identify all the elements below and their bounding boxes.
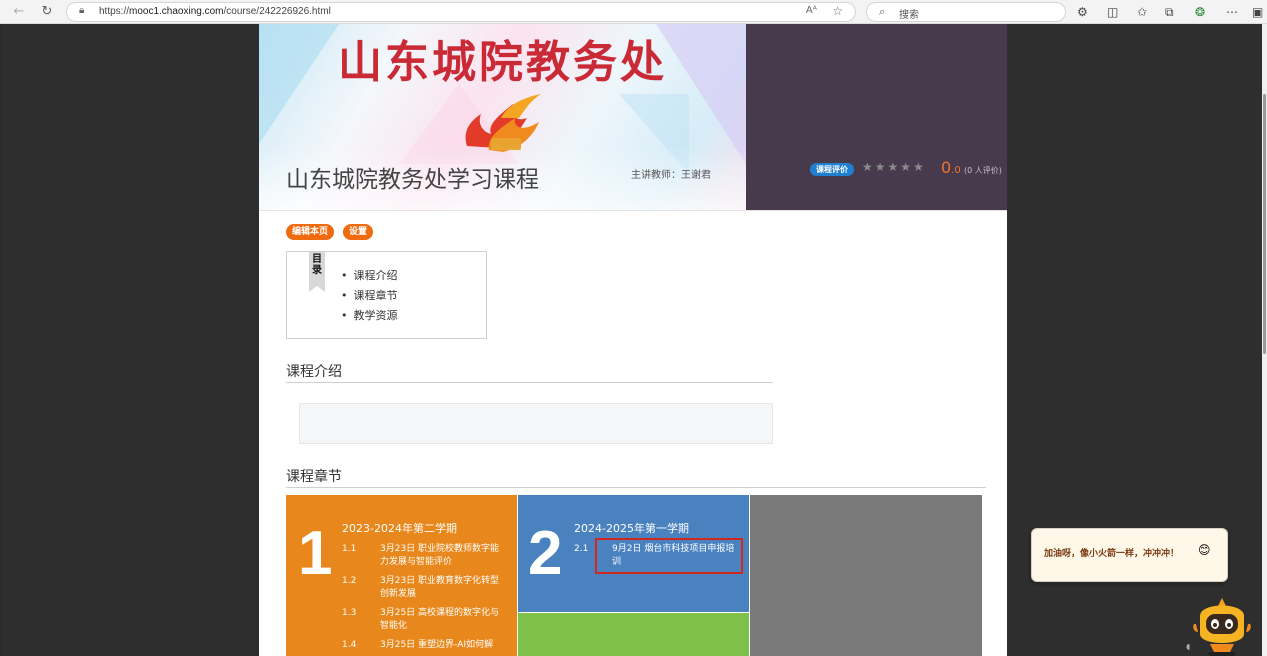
highlight-box xyxy=(595,538,743,574)
rating-stars-icon[interactable]: ★★★★★ xyxy=(862,160,926,174)
flame-logo-icon xyxy=(465,94,541,152)
collections-icon[interactable]: ⧉ xyxy=(1165,4,1174,20)
address-url: https://mooc1.chaoxing.com/course/242226… xyxy=(99,6,331,17)
term-name: 2024-2025年第一学期 xyxy=(574,522,689,535)
course-eval-button[interactable]: 课程评价 xyxy=(810,163,854,176)
term-number: 2 xyxy=(528,519,563,588)
term-number: 1 xyxy=(298,519,333,588)
lock-icon: 🔒︎ xyxy=(79,5,85,16)
search-icon: ⌕ xyxy=(879,5,886,18)
chapter-item[interactable]: 1.2 3月23日 职业教育数字化转型创新发展 xyxy=(342,575,512,601)
speaker-icon[interactable]: ◖ xyxy=(1186,642,1190,651)
edit-page-button[interactable]: 编辑本页 xyxy=(286,224,335,240)
term-tile-1: 1 2023-2024年第二学期 1.1 3月23日 职业院校教师数字能力发展与智… xyxy=(286,495,517,656)
course-banner: 山东城院教务处 山东城院教务处学习课程 主讲教师：王谢君 xyxy=(259,24,746,210)
assistant-message: 加油呀，像小火箭一样，冲冲冲！ xyxy=(1044,549,1180,559)
more-menu-icon[interactable]: ⋯ xyxy=(1226,4,1238,20)
chapters-section-title: 课程章节 xyxy=(286,469,342,485)
intro-content-box xyxy=(299,403,773,444)
back-arrow-icon[interactable]: ← xyxy=(10,3,28,21)
teacher-name: 主讲教师：王谢君 xyxy=(631,170,711,181)
term-tile-3[interactable] xyxy=(518,613,749,656)
toc-item-resources[interactable]: 教学资源 xyxy=(341,308,398,328)
toc-list: 课程介绍 课程章节 教学资源 xyxy=(341,268,398,328)
toc-item-chapters[interactable]: 课程章节 xyxy=(341,288,398,308)
term-name: 2023-2024年第二学期 xyxy=(342,522,457,535)
chapter-item[interactable]: 1.1 3月23日 职业院校教师数字能力发展与智能评价 xyxy=(342,543,512,569)
settings-button[interactable]: 设置 xyxy=(343,224,374,240)
refresh-icon[interactable]: ↻ xyxy=(38,3,56,21)
toc-item-intro[interactable]: 课程介绍 xyxy=(341,268,398,288)
page-scrollbar[interactable] xyxy=(1262,24,1267,656)
favorites-icon[interactable]: ✩ xyxy=(1137,4,1147,20)
address-bar[interactable]: 🔒︎ https://mooc1.chaoxing.com/course/242… xyxy=(66,2,856,22)
chapter-item[interactable]: 1.3 3月25日 高校课程的数字化与智能化 xyxy=(342,607,512,633)
assistant-bubble[interactable]: 加油呀，像小火箭一样，冲冲冲！ 😊 xyxy=(1031,528,1228,582)
course-name: 山东城院教务处学习课程 xyxy=(286,167,539,193)
intro-section-title: 课程介绍 xyxy=(286,364,342,380)
term-tile-2: 2 2024-2025年第一学期 2.1 9月2日 烟台市科技项目申报培训 xyxy=(518,495,749,612)
chapters-divider xyxy=(286,487,986,488)
banner-title: 山东城院教务处 xyxy=(338,37,667,88)
extensions-icon[interactable]: ⚙ xyxy=(1077,4,1088,20)
split-screen-icon[interactable]: ◫ xyxy=(1107,4,1118,20)
browser-search-box[interactable]: ⌕ 搜索 xyxy=(866,2,1066,22)
favorite-star-icon[interactable]: ☆ xyxy=(832,4,843,18)
toc-flag: 目录 xyxy=(309,252,325,292)
rating-score: 0.0 xyxy=(941,158,961,177)
search-placeholder: 搜索 xyxy=(899,10,919,21)
browser-toolbar: ← ↻ 🔒︎ https://mooc1.chaoxing.com/course… xyxy=(0,0,1267,24)
smile-emoji-icon: 😊 xyxy=(1198,543,1211,557)
intro-divider xyxy=(286,382,773,383)
sidebar-toggle-icon[interactable]: ▣ xyxy=(1252,4,1263,20)
read-aloud-icon[interactable]: Aᴬ xyxy=(806,5,817,16)
course-page: 山东城院教务处 山东城院教务处学习课程 主讲教师：王谢君 课程评价 ★★★★★ … xyxy=(259,24,1007,656)
robot-mascot-icon[interactable] xyxy=(1192,594,1252,656)
table-of-contents: 目录 课程介绍 课程章节 教学资源 xyxy=(286,251,487,339)
rater-count: (0 人评价) xyxy=(964,166,1002,175)
rating-panel: 课程评价 ★★★★★ 0.0 (0 人评价) xyxy=(746,24,1007,210)
term-tile-placeholder xyxy=(750,495,982,656)
copilot-icon[interactable]: ❂ xyxy=(1195,4,1205,20)
chapter-item[interactable]: 1.4 3月25日 重塑边界-AI如何解 xyxy=(342,639,512,656)
